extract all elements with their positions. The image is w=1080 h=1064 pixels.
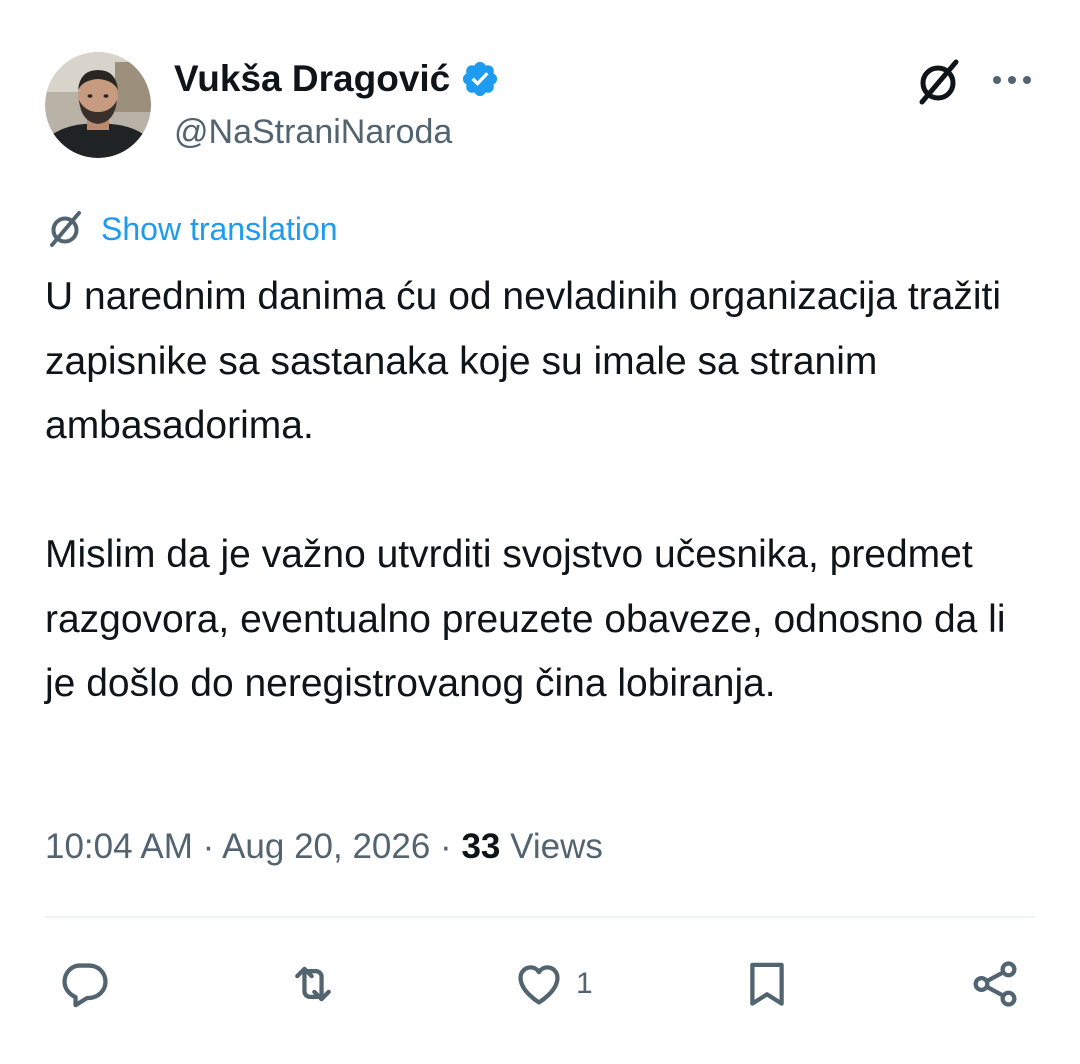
like-count: 1 [576,967,593,1000]
retweet-button[interactable] [286,956,340,1012]
like-button[interactable]: 1 [512,956,593,1012]
reply-button[interactable] [58,956,112,1012]
divider [45,916,1035,918]
retweet-icon [295,966,331,1002]
author-handle[interactable]: @NaStraniNaroda [174,110,452,154]
tweet-time[interactable]: 10:04 AM [45,827,193,866]
tweet-date[interactable]: Aug 20, 2026 [222,827,430,866]
share-icon [973,961,1017,1007]
tweet-paragraph: Mislim da je važno utvrditi svojstvo uče… [45,533,1006,705]
tweet-paragraph: U narednim danima ću od nevladinih organ… [45,275,1002,447]
show-translation-link[interactable]: Show translation [101,207,338,251]
heart-icon [518,965,560,1005]
bookmark-icon [750,962,784,1006]
tweet-text: U narednim danima ću od nevladinih organ… [45,265,1035,717]
bookmark-button[interactable] [740,956,794,1012]
translate-icon [45,209,85,249]
translation-row[interactable]: Show translation [45,206,338,252]
author-name[interactable]: Vukša Dragović [174,56,450,102]
author-name-row[interactable]: Vukša Dragović [174,56,500,102]
reply-icon [62,963,108,1008]
grok-icon[interactable] [912,56,964,108]
more-horizontal-icon[interactable] [990,66,1034,94]
meta-separator: · [430,827,462,866]
meta-separator: · [192,827,223,866]
share-button[interactable] [968,956,1022,1012]
views-count: 33 [461,827,501,866]
avatar[interactable] [45,52,151,158]
tweet-meta: 10:04 AM · Aug 20, 2026 · 33 Views [45,824,603,870]
views-label: Views [510,827,603,866]
verified-badge-icon [460,59,500,99]
